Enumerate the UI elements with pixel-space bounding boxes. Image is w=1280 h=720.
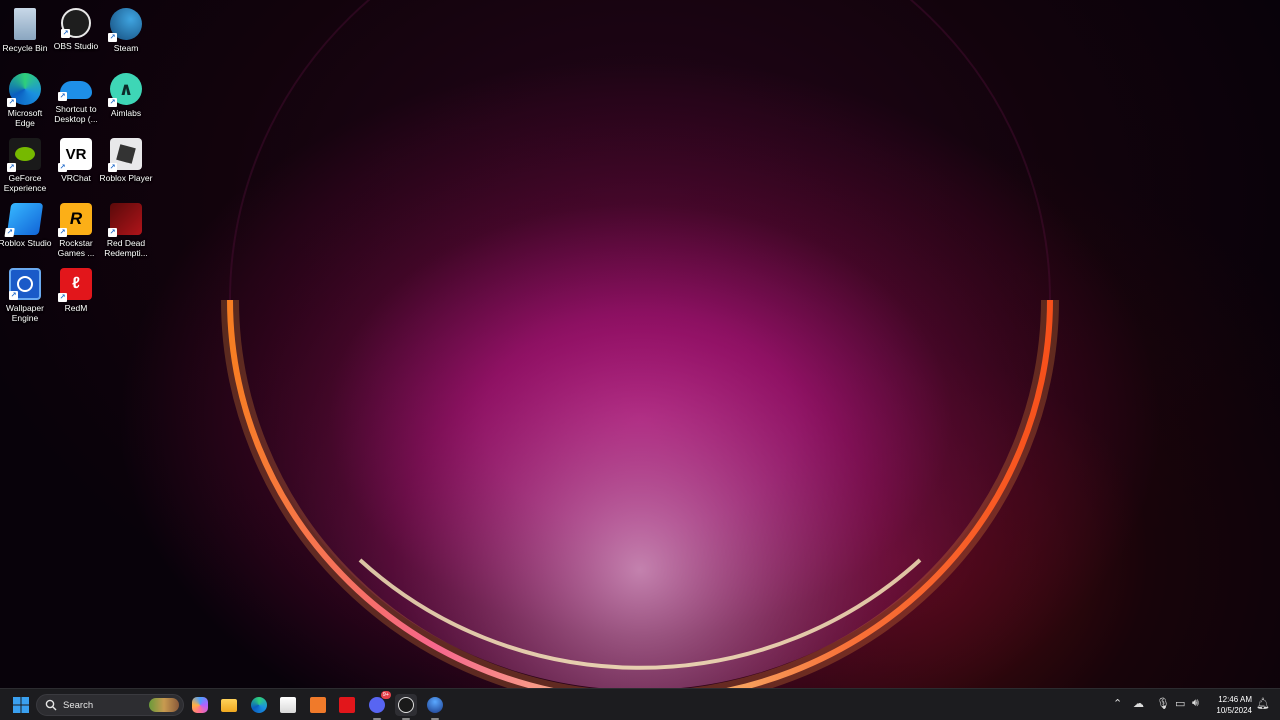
desktop-icon-label: Microsoft Edge (7, 108, 43, 128)
volume-icon[interactable]: 🔊︎ (1192, 697, 1199, 710)
system-clock[interactable]: 12:46 AM 10/5/2024 (1216, 694, 1252, 716)
desktop-icon-label: Steam (113, 43, 139, 53)
copilot-icon (192, 697, 208, 713)
aimlabs-taskbar-button[interactable] (307, 694, 329, 716)
desktop-icon-label: RedM (64, 303, 88, 313)
wallpaper-engine-icon: ↗ (9, 268, 41, 300)
desktop-icon-obs-studio[interactable]: ↗ OBS Studio (51, 4, 101, 66)
red-dead-icon: ↗ (108, 203, 142, 237)
edge-icon (251, 697, 267, 713)
desktop-icon-microsoft-edge[interactable]: ↗ Microsoft Edge (0, 69, 50, 131)
aimlabs-taskbar-icon (310, 697, 326, 713)
desktop-icon-roblox-studio[interactable]: ↗ Roblox Studio (0, 199, 52, 261)
geforce-icon: ↗ (7, 138, 41, 172)
onedrive-tray-icon[interactable]: ☁ (1133, 697, 1144, 710)
wallpaper-arc (221, 0, 1059, 688)
taskbar-search-box[interactable]: Search (36, 694, 184, 716)
aimlabs-icon: ∧ ↗ (108, 73, 142, 107)
start-button[interactable] (10, 694, 32, 716)
desktop-icon-steam[interactable]: ↗ Steam (101, 4, 151, 66)
file-explorer-button[interactable] (218, 694, 240, 716)
redm-taskbar-icon (339, 697, 355, 713)
microphone-icon[interactable]: 🎙︎ (1156, 697, 1170, 710)
obs-taskbar-button[interactable] (395, 694, 417, 720)
discord-icon (369, 697, 385, 713)
desktop-icon-onedrive-shortcut[interactable]: ↗ Shortcut to Desktop (... (51, 69, 101, 131)
vrchat-icon: VR ↗ (58, 138, 92, 172)
obs-taskbar-icon (398, 697, 414, 713)
desktop-icon-aimlabs[interactable]: ∧ ↗ Aimlabs (101, 69, 151, 131)
rockstar-icon: R ↗ (58, 203, 92, 237)
app-taskbar-icon (427, 697, 443, 713)
edge-taskbar-button[interactable] (248, 694, 270, 716)
clock-date: 10/5/2024 (1216, 706, 1252, 715)
clock-time: 12:46 AM (1218, 695, 1252, 704)
desktop-icon-roblox-player[interactable]: ↗ Roblox Player (99, 134, 153, 196)
notification-bell-icon[interactable]: 🔔︎ (1256, 697, 1270, 710)
app-taskbar-button[interactable] (424, 694, 446, 720)
desktop-icon-recycle-bin[interactable]: Recycle Bin (0, 4, 50, 66)
edge-icon: ↗ (7, 73, 41, 107)
search-icon (45, 699, 57, 711)
search-placeholder: Search (63, 699, 94, 711)
desktop-icon-label: Recycle Bin (2, 43, 48, 53)
discord-taskbar-button[interactable]: 9+ (366, 691, 391, 720)
desktop-icon-red-dead-redemption[interactable]: ↗ Red Dead Redempti... (101, 199, 151, 261)
onedrive-icon: ↗ (58, 81, 92, 101)
desktop-icon-label: Shortcut to Desktop (... (54, 104, 98, 124)
desktop-icon-label: Aimlabs (110, 108, 142, 118)
start-icon (13, 697, 29, 713)
obs-studio-icon: ↗ (61, 8, 91, 38)
desktop-icon-label: OBS Studio (53, 41, 99, 51)
desktop-icon-label: Wallpaper Engine (6, 303, 44, 323)
desktop-icon-label: GeForce Experience (3, 173, 47, 193)
desktop-icon-label: Roblox Player (99, 173, 153, 183)
desktop-icon-label: Roblox Studio (0, 238, 52, 248)
redm-taskbar-button[interactable] (336, 694, 358, 716)
desktop-icon-label: Rockstar Games ... (57, 238, 95, 258)
steam-icon: ↗ (108, 8, 142, 42)
redm-icon: ℓ ↗ (58, 268, 92, 302)
taskbar: Search 9+ ⌃ ☁ 🎙︎ ▭ 🔊︎ 12:46 AM 10/5/2024… (0, 688, 1280, 720)
desktop-icon-rockstar-games[interactable]: R ↗ Rockstar Games ... (51, 199, 101, 261)
desktop-icon-redm[interactable]: ℓ ↗ RedM (51, 264, 101, 326)
roblox-studio-icon: ↗ (4, 203, 44, 237)
store-button[interactable] (277, 694, 299, 716)
network-icon[interactable]: ▭ (1175, 697, 1185, 710)
show-hidden-icons-chevron-icon[interactable]: ⌃ (1113, 697, 1122, 710)
discord-notification-badge: 9+ (380, 691, 391, 699)
desktop-icon-wallpaper-engine[interactable]: ↗ Wallpaper Engine (0, 264, 50, 326)
recycle-bin-icon (14, 8, 36, 40)
store-icon (280, 697, 296, 713)
file-explorer-icon (221, 698, 237, 712)
search-highlight-icon (149, 698, 179, 712)
desktop-icon-geforce-experience[interactable]: ↗ GeForce Experience (0, 134, 50, 196)
roblox-player-icon: ↗ (108, 138, 142, 172)
desktop-icon-label: Red Dead Redempti... (104, 238, 148, 258)
desktop-wallpaper (0, 0, 1280, 688)
desktop-icon-vrchat[interactable]: VR ↗ VRChat (51, 134, 101, 196)
desktop-icon-label: VRChat (61, 173, 91, 183)
copilot-button[interactable] (189, 694, 211, 716)
